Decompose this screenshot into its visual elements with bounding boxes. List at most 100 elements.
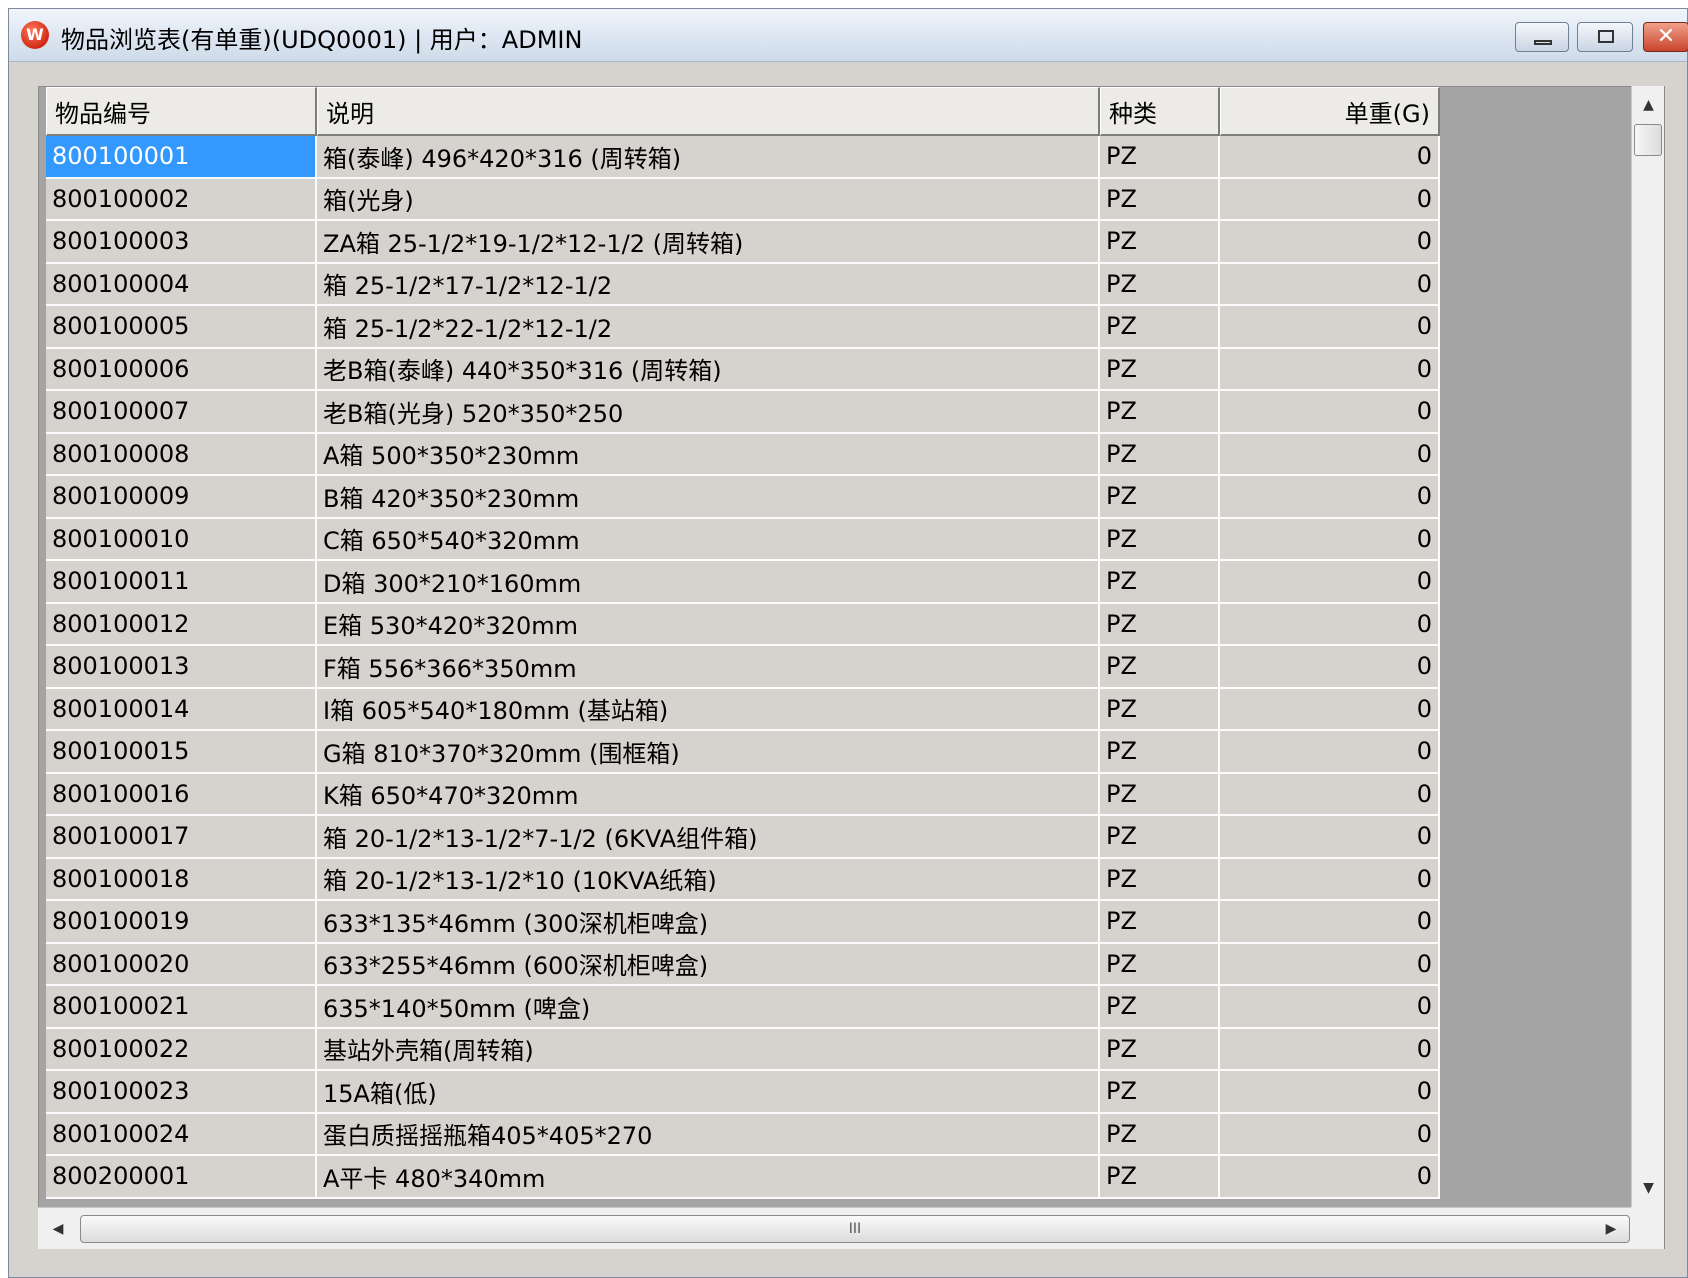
cell-description[interactable]: 老B箱(光身) 520*350*250	[317, 391, 1100, 434]
table-row[interactable]: 800100005 箱 25-1/2*22-1/2*12-1/2 PZ 0	[46, 306, 1440, 349]
scroll-left-arrow-icon[interactable]: ◀	[38, 1208, 78, 1250]
cell-unit-weight[interactable]: 0	[1220, 221, 1440, 264]
cell-unit-weight[interactable]: 0	[1220, 816, 1440, 859]
cell-description[interactable]: D箱 300*210*160mm	[317, 561, 1100, 604]
vertical-scrollbar[interactable]: ▲ ▼	[1631, 86, 1664, 1207]
horizontal-scroll-thumb[interactable]: III	[80, 1215, 1630, 1243]
table-row[interactable]: 800100019 633*135*46mm (300深机柜啤盒) PZ 0	[46, 901, 1440, 944]
table-row[interactable]: 800100012 E箱 530*420*320mm PZ 0	[46, 603, 1440, 646]
table-row[interactable]: 800100018 箱 20-1/2*13-1/2*10 (10KVA纸箱) PZ 0	[46, 858, 1440, 901]
cell-description[interactable]: 老B箱(泰峰) 440*350*316 (周转箱)	[317, 348, 1100, 391]
cell-category[interactable]: PZ	[1100, 221, 1220, 264]
item-grid[interactable]: 物品编号 说明 种类 单重(G) 800100001 箱(泰峰) 496*420*…	[38, 86, 1665, 1249]
cell-unit-weight[interactable]: 0	[1220, 731, 1440, 774]
table-row[interactable]: 800100001 箱(泰峰) 496*420*316 (周转箱) PZ 0	[46, 136, 1440, 179]
cell-description[interactable]: E箱 530*420*320mm	[317, 603, 1100, 646]
horizontal-scrollbar[interactable]: ◀ III ▶	[38, 1207, 1631, 1249]
cell-item-code[interactable]: 800100008	[46, 433, 317, 476]
cell-description[interactable]: K箱 650*470*320mm	[317, 773, 1100, 816]
cell-description[interactable]: 635*140*50mm (啤盒)	[317, 986, 1100, 1029]
title-bar[interactable]: W 物品浏览表(有单重)(UDQ0001) | 用户：ADMIN ✕	[9, 9, 1688, 62]
cell-description[interactable]: F箱 556*366*350mm	[317, 646, 1100, 689]
cell-unit-weight[interactable]: 0	[1220, 178, 1440, 221]
cell-item-code[interactable]: 800100003	[46, 221, 317, 264]
cell-category[interactable]: PZ	[1100, 688, 1220, 731]
table-row[interactable]: 800100024 蛋白质摇摇瓶箱405*405*270 PZ 0	[46, 1113, 1440, 1156]
cell-unit-weight[interactable]: 0	[1220, 688, 1440, 731]
table-row[interactable]: 800100011 D箱 300*210*160mm PZ 0	[46, 561, 1440, 604]
cell-description[interactable]: 633*135*46mm (300深机柜啤盒)	[317, 901, 1100, 944]
cell-unit-weight[interactable]: 0	[1220, 943, 1440, 986]
cell-description[interactable]: 15A箱(低)	[317, 1071, 1100, 1114]
cell-item-code[interactable]: 800100007	[46, 391, 317, 434]
cell-category[interactable]: PZ	[1100, 518, 1220, 561]
cell-item-code[interactable]: 800100024	[46, 1113, 317, 1156]
cell-unit-weight[interactable]: 0	[1220, 646, 1440, 689]
table-row[interactable]: 800100014 I箱 605*540*180mm (基站箱) PZ 0	[46, 688, 1440, 731]
cell-item-code[interactable]: 800100022	[46, 1028, 317, 1071]
cell-item-code[interactable]: 800100016	[46, 773, 317, 816]
column-header-category[interactable]: 种类	[1100, 87, 1220, 136]
cell-item-code[interactable]: 800200001	[46, 1156, 317, 1199]
cell-description[interactable]: A平卡 480*340mm	[317, 1156, 1100, 1199]
table-row[interactable]: 800100023 15A箱(低) PZ 0	[46, 1071, 1440, 1114]
table-row[interactable]: 800100015 G箱 810*370*320mm (围框箱) PZ 0	[46, 731, 1440, 774]
cell-description[interactable]: 基站外壳箱(周转箱)	[317, 1028, 1100, 1071]
cell-unit-weight[interactable]: 0	[1220, 561, 1440, 604]
scroll-down-arrow-icon[interactable]: ▼	[1632, 1169, 1665, 1207]
table-row[interactable]: 800100022 基站外壳箱(周转箱) PZ 0	[46, 1028, 1440, 1071]
cell-category[interactable]: PZ	[1100, 1071, 1220, 1114]
column-header-item-code[interactable]: 物品编号	[46, 87, 317, 136]
cell-item-code[interactable]: 800100013	[46, 646, 317, 689]
cell-category[interactable]: PZ	[1100, 603, 1220, 646]
cell-item-code[interactable]: 800100004	[46, 263, 317, 306]
cell-item-code[interactable]: 800100012	[46, 603, 317, 646]
cell-item-code[interactable]: 800100002	[46, 178, 317, 221]
table-row[interactable]: 800100008 A箱 500*350*230mm PZ 0	[46, 433, 1440, 476]
cell-category[interactable]: PZ	[1100, 561, 1220, 604]
cell-description[interactable]: A箱 500*350*230mm	[317, 433, 1100, 476]
cell-item-code[interactable]: 800100017	[46, 816, 317, 859]
cell-category[interactable]: PZ	[1100, 306, 1220, 349]
cell-category[interactable]: PZ	[1100, 348, 1220, 391]
cell-unit-weight[interactable]: 0	[1220, 1028, 1440, 1071]
scroll-up-arrow-icon[interactable]: ▲	[1632, 86, 1665, 124]
table-row[interactable]: 800100013 F箱 556*366*350mm PZ 0	[46, 646, 1440, 689]
cell-unit-weight[interactable]: 0	[1220, 476, 1440, 519]
cell-unit-weight[interactable]: 0	[1220, 518, 1440, 561]
cell-category[interactable]: PZ	[1100, 943, 1220, 986]
cell-description[interactable]: I箱 605*540*180mm (基站箱)	[317, 688, 1100, 731]
table-row[interactable]: 800100017 箱 20-1/2*13-1/2*7-1/2 (6KVA组件箱)…	[46, 816, 1440, 859]
cell-description[interactable]: 箱(泰峰) 496*420*316 (周转箱)	[317, 136, 1100, 179]
cell-category[interactable]: PZ	[1100, 816, 1220, 859]
cell-category[interactable]: PZ	[1100, 1028, 1220, 1071]
cell-item-code[interactable]: 800100018	[46, 858, 317, 901]
cell-category[interactable]: PZ	[1100, 1113, 1220, 1156]
cell-description[interactable]: 蛋白质摇摇瓶箱405*405*270	[317, 1113, 1100, 1156]
cell-category[interactable]: PZ	[1100, 391, 1220, 434]
cell-category[interactable]: PZ	[1100, 773, 1220, 816]
cell-item-code[interactable]: 800100021	[46, 986, 317, 1029]
cell-description[interactable]: 633*255*46mm (600深机柜啤盒)	[317, 943, 1100, 986]
cell-description[interactable]: 箱 20-1/2*13-1/2*10 (10KVA纸箱)	[317, 858, 1100, 901]
cell-unit-weight[interactable]: 0	[1220, 136, 1440, 179]
cell-category[interactable]: PZ	[1100, 731, 1220, 774]
cell-description[interactable]: 箱(光身)	[317, 178, 1100, 221]
cell-unit-weight[interactable]: 0	[1220, 858, 1440, 901]
cell-unit-weight[interactable]: 0	[1220, 1071, 1440, 1114]
cell-category[interactable]: PZ	[1100, 178, 1220, 221]
cell-category[interactable]: PZ	[1100, 1156, 1220, 1199]
column-header-description[interactable]: 说明	[317, 87, 1100, 136]
cell-description[interactable]: ZA箱 25-1/2*19-1/2*12-1/2 (周转箱)	[317, 221, 1100, 264]
cell-category[interactable]: PZ	[1100, 901, 1220, 944]
cell-item-code[interactable]: 800100010	[46, 518, 317, 561]
cell-description[interactable]: C箱 650*540*320mm	[317, 518, 1100, 561]
scroll-right-arrow-icon[interactable]: ▶	[1591, 1208, 1631, 1250]
table-row[interactable]: 800200001 A平卡 480*340mm PZ 0	[46, 1156, 1440, 1199]
table-row[interactable]: 800100003 ZA箱 25-1/2*19-1/2*12-1/2 (周转箱) P…	[46, 221, 1440, 264]
table-row[interactable]: 800100004 箱 25-1/2*17-1/2*12-1/2 PZ 0	[46, 263, 1440, 306]
app-logo-icon[interactable]: W	[21, 21, 49, 49]
table-row[interactable]: 800100021 635*140*50mm (啤盒) PZ 0	[46, 986, 1440, 1029]
table-row[interactable]: 800100016 K箱 650*470*320mm PZ 0	[46, 773, 1440, 816]
table-row[interactable]: 800100020 633*255*46mm (600深机柜啤盒) PZ 0	[46, 943, 1440, 986]
